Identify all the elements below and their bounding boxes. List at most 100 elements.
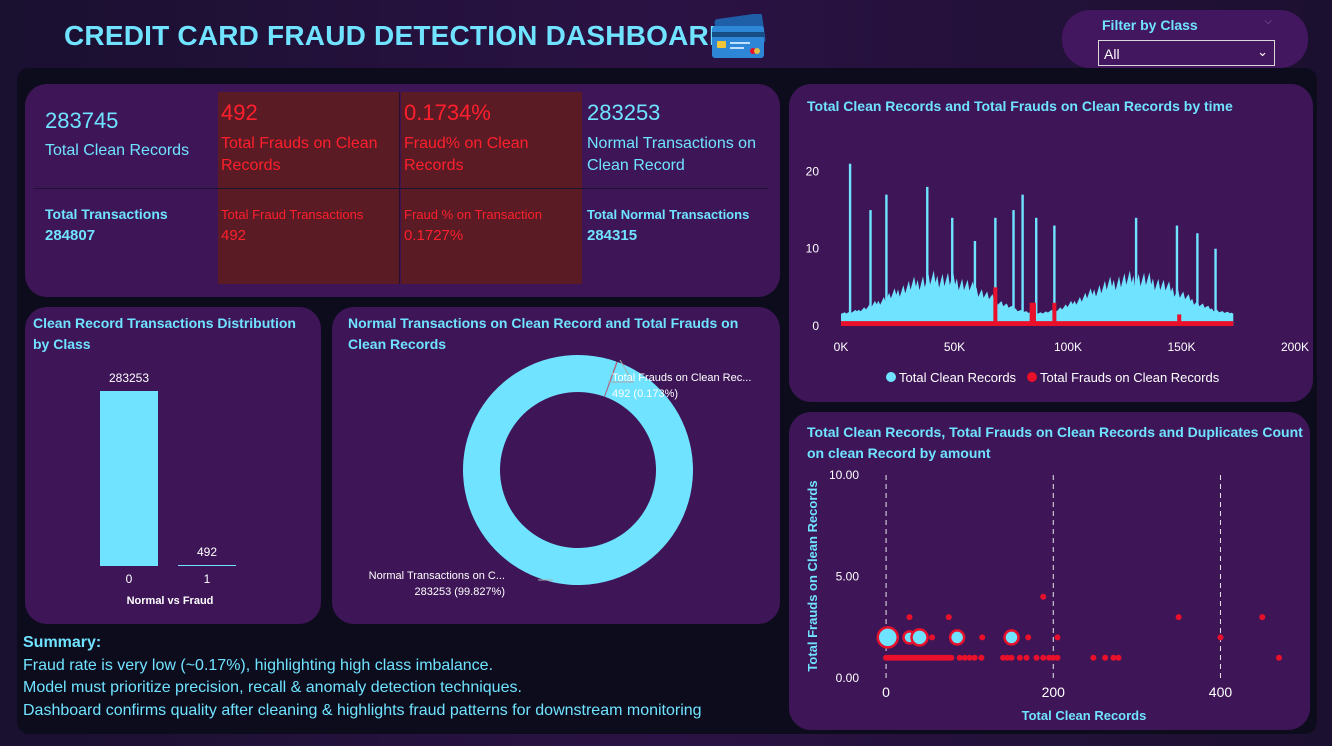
scatter-point: [929, 634, 936, 641]
bar-chart: 283253 0 492 1 Normal vs Fraud: [100, 371, 236, 607]
donut-label-normal-value: 283253 (99.827%): [414, 586, 505, 598]
donut-label-fraud-name: Total Frauds on Clean Rec...: [612, 372, 751, 384]
kpi-normal-clean-label: Normal Transactions on Clean Record: [587, 135, 756, 174]
donut-label-normal-name: Normal Transactions on C...: [369, 570, 505, 582]
kpi-fraud-transactions-label: Total Fraud Transactions: [221, 207, 364, 222]
scatter-chart-panel[interactable]: Total Clean Records, Total Frauds on Cle…: [789, 412, 1310, 730]
kpi-total-transactions-label: Total Transactions: [45, 206, 168, 222]
time-clean-records-spike: [869, 210, 872, 326]
time-frauds-spike: [1177, 314, 1182, 326]
kpi-fraud-pct-clean-value: 0.1734%: [404, 100, 491, 125]
bar: [100, 391, 158, 566]
time-frauds-spike: [1052, 302, 1057, 326]
time-x-tick-label: 0K: [834, 340, 849, 354]
scatter-point: [1102, 654, 1109, 661]
bar-tick-label: 0: [126, 572, 133, 586]
scatter-point: [906, 614, 913, 621]
scatter-point: [1115, 654, 1122, 661]
scatter-point: [1016, 654, 1023, 661]
bar-data-label: 492: [197, 545, 217, 559]
kpi-fraud-pct-transaction-label: Fraud % on Transaction: [404, 207, 543, 222]
scatter-point: [1040, 593, 1047, 600]
bar-chart-panel[interactable]: Clean Record Transactions Distribution b…: [25, 307, 321, 624]
scatter-point: [948, 654, 955, 661]
time-clean-records-spike: [973, 241, 977, 326]
bar-data-label: 283253: [109, 371, 149, 385]
time-clean-records-spike: [848, 163, 852, 326]
scatter-point: [1008, 654, 1015, 661]
summary-line: Fraud rate is very low (~0.17%), highlig…: [23, 656, 494, 674]
scatter-point: [1025, 634, 1032, 641]
donut-chart-panel[interactable]: Normal Transactions on Clean Record and …: [332, 307, 780, 624]
scatter-y-tick-label: 5.00: [836, 570, 860, 584]
scatter-point: [1054, 634, 1061, 641]
scatter-point: [1040, 654, 1047, 661]
collapse-chevron-icon[interactable]: ⌵: [1264, 16, 1272, 27]
kpi-divider: [33, 188, 768, 189]
dashboard-title: CREDIT CARD FRAUD DETECTION DASHBOARD: [64, 20, 730, 51]
scatter-y-tick-label: 0.00: [836, 671, 860, 685]
time-y-tick-label: 10: [806, 242, 820, 256]
credit-card-icon: [708, 13, 768, 65]
scatter-bubble: [876, 626, 900, 649]
scatter-point: [1259, 614, 1266, 621]
scatter-point: [1023, 654, 1030, 661]
scatter-point: [1175, 614, 1182, 621]
time-clean-records-spike: [1012, 210, 1015, 326]
time-frauds-line: [841, 321, 1234, 326]
filter-value: All: [1104, 46, 1120, 62]
time-clean-records-spike: [926, 186, 929, 326]
time-clean-records-spike: [1175, 225, 1179, 326]
scatter-point: [1033, 654, 1040, 661]
scatter-bubble: [910, 628, 929, 647]
kpi-divider-vertical: [399, 92, 400, 284]
time-clean-records-spike: [1214, 248, 1217, 326]
summary-line: Model must prioritize precision, recall …: [23, 679, 522, 696]
kpi-fraud-transactions-value: 492: [221, 227, 247, 244]
scatter-point: [979, 634, 986, 641]
scatter-x-tick-label: 400: [1209, 684, 1233, 700]
time-clean-records-spike: [1021, 194, 1024, 326]
time-frauds-spike: [1031, 302, 1036, 326]
summary-line: Dashboard confirms quality after cleanin…: [23, 701, 702, 719]
bar-tick-label: 1: [204, 572, 211, 586]
time-chart: 010200K 50K 100K 150K 200KTotal Clean Record…: [806, 163, 1309, 385]
time-legend-marker: [1027, 372, 1037, 382]
scatter-point: [945, 614, 952, 621]
scatter-x-axis-label: Total Clean Records: [1022, 708, 1147, 723]
scatter-point: [1054, 654, 1061, 661]
time-x-tick-label: 100K: [1054, 340, 1082, 354]
class-filter: Filter by Class ⌵ All ⌄: [1062, 10, 1308, 68]
scatter-bubble: [948, 629, 966, 646]
kpi-frauds-clean-value: 492: [221, 100, 258, 125]
chevron-down-icon: ⌄: [1257, 44, 1268, 59]
scatter-point: [1276, 654, 1282, 661]
scatter-bubble: [1003, 629, 1020, 646]
time-clean-records-spike: [1196, 233, 1199, 326]
kpi-normal-transactions-label: Total Normal Transactions: [587, 207, 750, 222]
time-legend-label: Total Clean Records: [899, 370, 1017, 385]
summary-block: Summary: Fraud rate is very low (~0.17%)…: [23, 632, 702, 722]
bar-x-axis-label: Normal vs Fraud: [127, 595, 214, 607]
scatter-y-axis-label: Total Frauds on Clean Records: [805, 480, 820, 671]
kpi-fraud-pct-transaction-value: 0.1727%: [404, 227, 464, 244]
time-y-tick-label: 20: [806, 164, 820, 178]
kpi-frauds-clean-label: Total Frauds on Clean Records: [221, 135, 378, 174]
scatter-y-tick-label: 10.00: [829, 468, 859, 482]
summary-heading: Summary:: [23, 634, 102, 651]
kpi-panel: 283745 Total Clean Records 492 Total Fra…: [25, 84, 780, 297]
filter-label: Filter by Class: [1102, 17, 1198, 33]
scatter-chart: 0.00 5.00 10.00 0 200 400 Total Clean Records T…: [805, 468, 1282, 723]
time-y-tick-label: 0: [812, 319, 819, 333]
time-legend-label: Total Frauds on Clean Records: [1040, 370, 1220, 385]
donut-label-fraud-value: 492 (0.173%): [612, 388, 678, 400]
scatter-point: [971, 654, 978, 661]
time-clean-records-spike: [885, 194, 888, 326]
kpi-total-clean-records-label: Total Clean Records: [45, 142, 190, 159]
time-chart-panel[interactable]: Total Clean Records and Total Frauds on …: [789, 84, 1313, 402]
class-filter-select[interactable]: All ⌄: [1098, 40, 1275, 66]
time-x-tick-label: 200K: [1281, 340, 1309, 354]
scatter-point: [1090, 654, 1097, 661]
time-clean-records-spike: [1134, 217, 1138, 326]
kpi-total-clean-records-value: 283745: [45, 108, 119, 133]
